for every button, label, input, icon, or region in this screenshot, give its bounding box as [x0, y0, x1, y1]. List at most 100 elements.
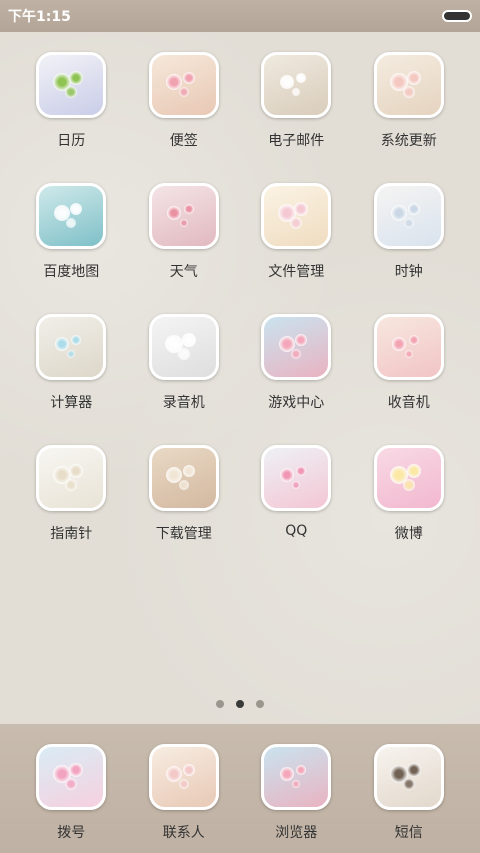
dock-item-3[interactable]: 短信	[353, 744, 466, 842]
app-label: 计算器	[50, 395, 93, 411]
apps-item-14[interactable]: QQ	[240, 445, 353, 576]
icon-flower	[407, 202, 420, 215]
icon-flower	[296, 465, 307, 476]
icon-flower	[69, 463, 84, 478]
icon-flower	[406, 70, 421, 85]
icon-flower	[291, 349, 302, 360]
phone-icon[interactable]	[36, 744, 107, 810]
app-label: 联系人	[162, 825, 205, 841]
recorder-icon[interactable]	[148, 314, 219, 380]
icon-art	[39, 747, 103, 807]
icon-flower	[71, 334, 82, 345]
icon-flower	[403, 218, 414, 229]
apps-item-3[interactable]: 系统更新	[353, 52, 466, 183]
weather-icon[interactable]	[148, 183, 219, 249]
browser-icon[interactable]	[261, 744, 332, 810]
apps-item-13[interactable]: 下载管理	[128, 445, 241, 576]
status-time: 下午1:15	[8, 9, 71, 25]
page-indicator	[0, 700, 480, 708]
dock-item-2[interactable]: 浏览器	[240, 744, 353, 842]
icon-flower	[295, 333, 308, 346]
apps-item-0[interactable]: 日历	[15, 52, 128, 183]
apps-item-11[interactable]: 收音机	[353, 314, 466, 445]
apps-item-12[interactable]: 指南针	[15, 445, 128, 576]
apps-item-15[interactable]: 微博	[353, 445, 466, 576]
compass-icon[interactable]	[36, 445, 107, 511]
icon-flower	[65, 86, 78, 99]
icon-flower	[402, 86, 415, 99]
icon-flower	[178, 779, 189, 790]
page-dot-1[interactable]	[236, 700, 244, 708]
icon-flower	[69, 762, 84, 777]
icon-flower	[178, 87, 189, 98]
icon-art	[39, 448, 103, 508]
page-dot-0[interactable]	[216, 700, 224, 708]
apps-item-7[interactable]: 时钟	[353, 183, 466, 314]
apps-item-9[interactable]: 录音机	[128, 314, 241, 445]
apps-item-10[interactable]: 游戏中心	[240, 314, 353, 445]
apps-item-6[interactable]: 文件管理	[240, 183, 353, 314]
game-center-icon[interactable]	[261, 314, 332, 380]
icon-flower	[406, 762, 421, 777]
radio-icon[interactable]	[373, 314, 444, 380]
icon-art	[152, 317, 216, 377]
icon-flower	[182, 763, 195, 776]
apps-item-2[interactable]: 电子邮件	[240, 52, 353, 183]
icon-art	[377, 747, 441, 807]
download-manager-icon[interactable]	[148, 445, 219, 511]
apps-item-1[interactable]: 便签	[128, 52, 241, 183]
battery-icon	[442, 10, 472, 22]
icon-flower	[182, 464, 195, 477]
weibo-icon[interactable]	[373, 445, 444, 511]
icon-art	[152, 448, 216, 508]
icon-flower	[408, 334, 419, 345]
dock-item-0[interactable]: 拨号	[15, 744, 128, 842]
apps-item-8[interactable]: 计算器	[15, 314, 128, 445]
icon-flower	[294, 201, 309, 216]
calendar-icon[interactable]	[36, 52, 107, 118]
icon-art	[39, 317, 103, 377]
app-label: 系统更新	[380, 133, 437, 149]
system-update-icon[interactable]	[373, 52, 444, 118]
email-icon[interactable]	[261, 52, 332, 118]
icon-flower	[65, 479, 78, 492]
icon-flower	[54, 337, 69, 351]
messages-icon[interactable]	[373, 744, 444, 810]
icon-flower	[183, 203, 194, 214]
icon-flower	[292, 481, 301, 490]
page-dot-2[interactable]	[256, 700, 264, 708]
icon-art	[377, 55, 441, 115]
icon-flower	[406, 463, 421, 478]
app-label: 下载管理	[155, 526, 212, 542]
icon-flower	[179, 219, 188, 228]
icon-art	[152, 55, 216, 115]
clock-icon[interactable]	[373, 183, 444, 249]
qq-icon[interactable]	[261, 445, 332, 511]
icon-art	[264, 747, 328, 807]
notes-icon[interactable]	[148, 52, 219, 118]
app-label: 文件管理	[268, 264, 325, 280]
icon-art	[152, 747, 216, 807]
icon-art	[264, 55, 328, 115]
icon-flower	[279, 75, 294, 89]
icon-art	[152, 186, 216, 246]
icon-flower	[66, 218, 77, 229]
app-label: 浏览器	[275, 825, 318, 841]
contacts-icon[interactable]	[148, 744, 219, 810]
icon-art	[39, 186, 103, 246]
file-manager-icon[interactable]	[261, 183, 332, 249]
icon-flower	[402, 479, 415, 492]
status-bar: 下午1:15	[0, 0, 480, 32]
icon-flower	[67, 350, 76, 359]
icon-flower	[69, 70, 84, 85]
baidu-map-icon[interactable]	[36, 183, 107, 249]
app-label: 时钟	[394, 264, 423, 280]
apps-item-5[interactable]: 天气	[128, 183, 241, 314]
icon-flower	[181, 332, 196, 347]
dock-item-1[interactable]: 联系人	[128, 744, 241, 842]
icon-flower	[292, 88, 301, 97]
apps-item-4[interactable]: 百度地图	[15, 183, 128, 314]
home-screen: 日历 便签 电子邮件 系统更新百度地图 天气 文件管理 时钟计算器 录音机 游戏中心 收音机指南针…	[0, 32, 480, 724]
calculator-icon[interactable]	[36, 314, 107, 380]
icon-flower	[296, 72, 307, 83]
